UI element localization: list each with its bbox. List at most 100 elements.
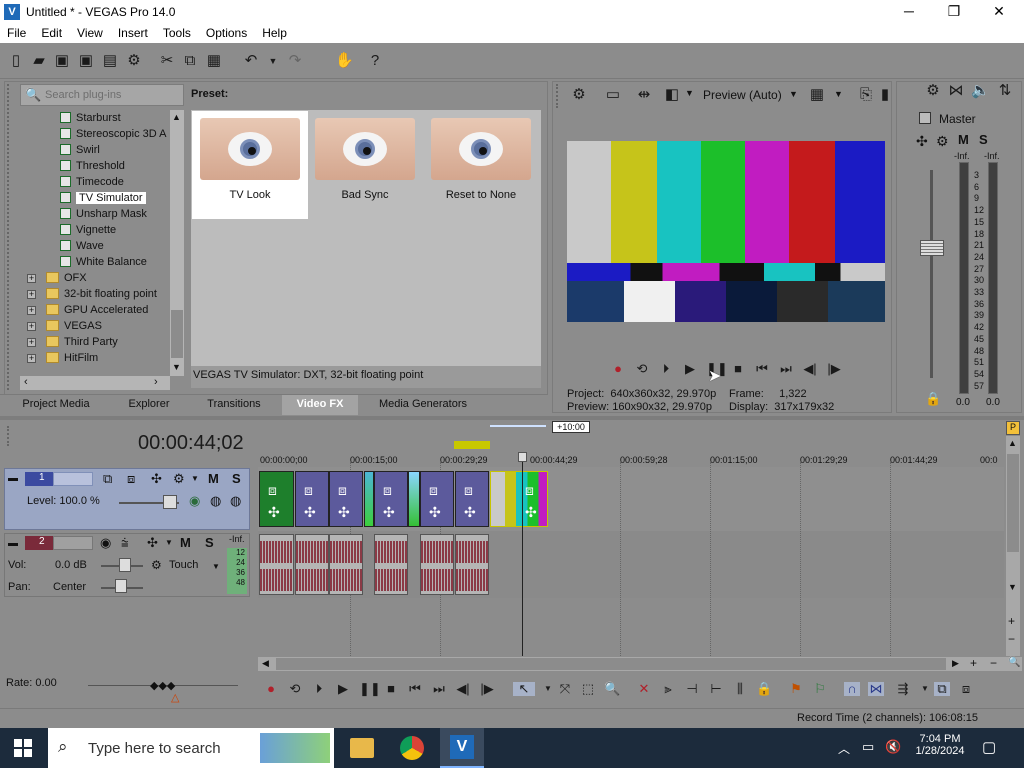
zoom-in-vertical-icon[interactable]: + <box>1008 614 1015 628</box>
video-event[interactable]: ⧈ ✣ <box>329 471 363 527</box>
scroll-thumb[interactable] <box>1007 454 1019 552</box>
properties-gear-icon[interactable]: ⚙ <box>125 52 143 70</box>
tree-item-swirl[interactable]: Swirl <box>60 142 100 158</box>
timeline-grip[interactable] <box>7 426 13 446</box>
video-fx-icon[interactable]: ◧ <box>663 86 681 104</box>
tree-folder-vegas[interactable]: + VEGAS <box>27 318 102 334</box>
tab-explorer[interactable]: Explorer <box>112 395 186 415</box>
insert-region-icon[interactable]: ⚐ <box>812 682 828 696</box>
track2-solo-button[interactable]: S <box>205 535 214 550</box>
zoom-tool-icon[interactable]: 🔍 <box>604 682 620 696</box>
video-event[interactable] <box>408 471 420 527</box>
collapse-icon[interactable]: ▬ <box>8 538 18 549</box>
render-as-icon[interactable]: ▤ <box>101 52 119 70</box>
level-slider-handle[interactable] <box>163 495 177 509</box>
delete-icon[interactable]: ✕ <box>636 682 652 696</box>
zoom-tool-icon[interactable]: 🔍 <box>1008 657 1020 668</box>
automation-mode-label[interactable]: Touch <box>169 559 198 571</box>
tree-vertical-scrollbar[interactable]: ▲ ▼ <box>170 110 184 376</box>
audio-event[interactable] <box>374 534 408 595</box>
record-icon[interactable]: ● <box>263 682 279 696</box>
menu-file[interactable]: File <box>0 26 34 40</box>
go-to-end-icon[interactable]: ⏭ <box>431 682 447 696</box>
timecode-display[interactable]: 00:00:44;02 <box>138 432 244 455</box>
tree-item-wave[interactable]: Wave <box>60 238 104 254</box>
tab-video-fx[interactable]: Video FX <box>282 395 358 415</box>
scroll-right-icon[interactable]: › <box>154 376 158 388</box>
tab-project-media[interactable]: Project Media <box>12 395 100 415</box>
minimize-button[interactable]: ─ <box>886 0 932 23</box>
tree-item-white-balance[interactable]: White Balance <box>60 254 147 270</box>
record-icon[interactable]: ● <box>610 362 626 376</box>
vol-slider-handle[interactable] <box>119 558 131 572</box>
audio-track-lane[interactable] <box>258 531 1004 598</box>
cut-icon[interactable]: ✂ <box>158 52 176 70</box>
tree-item-threshold[interactable]: Threshold <box>60 158 125 174</box>
chrome-icon[interactable] <box>400 736 424 760</box>
zoom-in-horizontal-icon[interactable]: + <box>970 656 977 670</box>
scroll-left-icon[interactable]: ‹ <box>24 376 28 388</box>
tree-item-starburst[interactable]: Starburst <box>60 110 121 126</box>
volume-muted-icon[interactable]: 🔇 <box>885 739 901 755</box>
fx-dropdown-icon[interactable]: ▼ <box>685 88 694 98</box>
track-automation-icon[interactable]: ✣ <box>147 535 158 551</box>
save-snapshot-icon[interactable]: ▮ <box>876 86 894 104</box>
envelope-tool-icon[interactable]: ⤧ <box>557 682 573 696</box>
redo-icon[interactable]: ↷ <box>286 52 304 70</box>
windows-start-icon[interactable] <box>14 739 32 757</box>
tree-item-timecode[interactable]: Timecode <box>60 174 124 190</box>
dim-output-icon[interactable]: ⇅ <box>996 82 1014 100</box>
play-icon[interactable]: ▶ <box>682 362 698 376</box>
scroll-up-icon[interactable]: ▲ <box>172 112 181 122</box>
trim-icon[interactable]: ⫸ <box>660 682 676 696</box>
video-event[interactable]: ⧈ ✣ <box>295 471 329 527</box>
video-event[interactable]: ⧈ ✣ <box>420 471 454 527</box>
go-to-end-icon[interactable]: ⏭ <box>778 362 794 376</box>
auto-ripple-icon[interactable]: ⇶ <box>895 682 911 696</box>
audio-event[interactable] <box>420 534 454 595</box>
child-track-icon[interactable]: ◍ <box>230 493 241 509</box>
tree-item-tv-simulator[interactable]: TV Simulator <box>60 190 146 206</box>
edit-tool-dropdown-icon[interactable]: ▼ <box>540 682 556 696</box>
ripple-dropdown-icon[interactable]: ▼ <box>917 682 933 696</box>
network-icon[interactable]: ▭ <box>862 739 874 755</box>
compositing-mode-icon[interactable]: ◉ <box>189 493 200 509</box>
play-icon[interactable]: ▶ <box>335 682 351 696</box>
preset-tv-look[interactable]: TV Look <box>192 111 308 219</box>
expand-icon[interactable]: + <box>27 306 36 315</box>
automation-dropdown-icon[interactable]: ▼ <box>165 538 173 547</box>
zoom-out-horizontal-icon[interactable]: − <box>990 656 997 670</box>
panel-grip[interactable] <box>7 84 15 390</box>
stop-icon[interactable]: ■ <box>383 682 399 696</box>
ignore-event-grouping-icon[interactable]: ⧈ <box>958 682 974 696</box>
track-name-field[interactable] <box>53 472 93 486</box>
events-tool-icon[interactable]: ✋ <box>335 52 354 70</box>
loop-region-bar[interactable] <box>490 425 546 427</box>
overlays-dropdown-icon[interactable]: ▼ <box>834 89 843 99</box>
menu-help[interactable]: Help <box>255 26 295 40</box>
undo-dropdown-icon[interactable]: ▼ <box>264 52 282 70</box>
timeline-horizontal-scrollbar[interactable]: ◀ ▶ + − 🔍 <box>258 656 1022 671</box>
audio-event[interactable] <box>455 534 489 595</box>
track-automation-icon[interactable]: ✣ <box>151 471 162 487</box>
invert-phase-icon[interactable]: ⩭ <box>121 535 129 551</box>
tree-folder-gpu[interactable]: + GPU Accelerated <box>27 302 148 318</box>
marker-flag-icon[interactable]: P <box>1006 421 1020 435</box>
trim-start-icon[interactable]: ⊣ <box>684 682 700 696</box>
preset-reset-to-none[interactable]: Reset to None <box>423 111 539 219</box>
scroll-right-icon[interactable]: ▶ <box>952 658 959 669</box>
zoom-out-vertical-icon[interactable]: − <box>1008 632 1015 646</box>
tab-media-generators[interactable]: Media Generators <box>366 395 480 415</box>
split-icon[interactable]: ⫼ <box>732 682 748 696</box>
downmix-icon[interactable]: ⋈ <box>947 82 965 100</box>
save-icon[interactable]: ▣ <box>53 52 71 70</box>
lock-icon[interactable]: 🔒 <box>756 682 772 696</box>
scroll-thumb[interactable] <box>276 658 946 670</box>
video-event[interactable] <box>364 471 374 527</box>
preset-bad-sync[interactable]: Bad Sync <box>307 111 423 219</box>
scroll-down-icon[interactable]: ▼ <box>1008 582 1017 592</box>
pause-icon[interactable]: ❚❚ <box>359 682 381 696</box>
undo-icon[interactable]: ↶ <box>242 52 260 70</box>
master-speaker-icon[interactable]: 🔈 <box>971 82 990 100</box>
playhead-handle[interactable] <box>518 452 527 462</box>
